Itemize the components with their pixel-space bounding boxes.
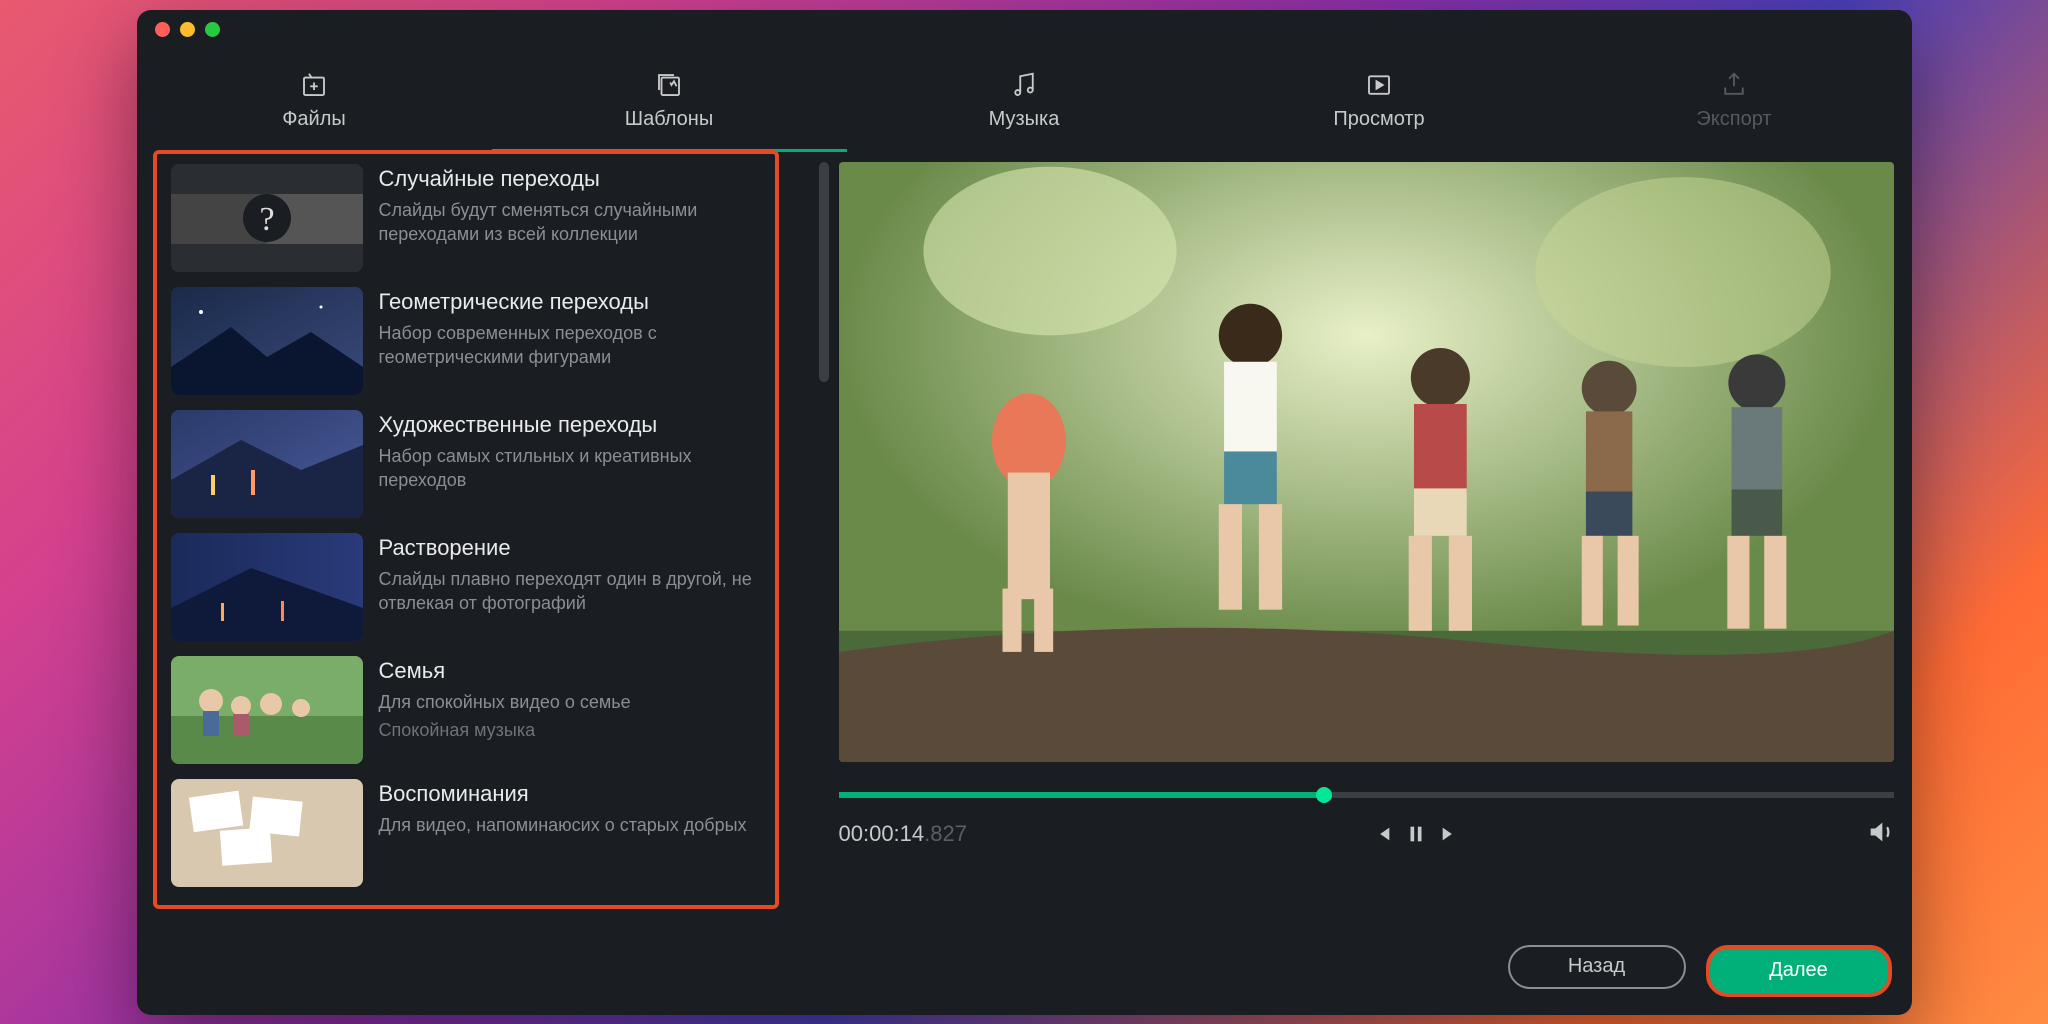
tab-templates-label: Шаблоны (625, 108, 713, 131)
template-item-random[interactable]: ? Случайные переходы Слайды будут сменят… (171, 164, 765, 272)
template-item-geometric[interactable]: Геометрические переходы Набор современны… (171, 287, 765, 395)
tab-files[interactable]: Файлы (137, 50, 492, 152)
tab-music-label: Музыка (989, 108, 1060, 131)
main-content: ? Случайные переходы Слайды будут сменят… (137, 152, 1912, 917)
template-title: Воспоминания (379, 781, 765, 807)
timeline-fill (839, 792, 1324, 798)
timecode: 00:00:14.827 (839, 821, 967, 847)
video-preview[interactable] (839, 162, 1894, 762)
templates-icon (654, 70, 684, 100)
tab-templates[interactable]: Шаблоны (492, 50, 847, 152)
tab-preview[interactable]: Просмотр (1202, 50, 1557, 152)
template-title: Случайные переходы (379, 166, 765, 192)
playback-timeline[interactable] (839, 792, 1894, 798)
template-title: Растворение (379, 535, 765, 561)
template-text: Семья Для спокойных видео о семье Спокой… (379, 656, 765, 764)
scroll-thumb[interactable] (819, 162, 829, 382)
template-title: Геометрические переходы (379, 289, 765, 315)
timecode-main: 00:00:14 (839, 821, 925, 846)
template-desc: Для видео, напоминаюсих о старых добрых (379, 813, 765, 837)
timecode-ms: .827 (924, 821, 967, 846)
template-desc: Слайды будут сменяться случайными перехо… (379, 198, 765, 247)
volume-button[interactable] (1866, 818, 1894, 851)
tab-music[interactable]: Музыка (847, 50, 1202, 152)
back-button[interactable]: Назад (1508, 945, 1686, 989)
tab-preview-label: Просмотр (1333, 108, 1424, 131)
svg-text:?: ? (259, 201, 274, 238)
template-text: Воспоминания Для видео, напоминаюсих о с… (379, 779, 765, 887)
template-desc: Набор современных переходов с геометриче… (379, 321, 765, 370)
template-thumb: ? (171, 164, 363, 272)
template-thumb (171, 410, 363, 518)
titlebar (137, 10, 1912, 50)
template-text: Художественные переходы Набор самых стил… (379, 410, 765, 518)
minimize-window-button[interactable] (180, 22, 195, 37)
template-thumb (171, 779, 363, 887)
template-text: Геометрические переходы Набор современны… (379, 287, 765, 395)
template-thumb (171, 287, 363, 395)
template-desc: Для спокойных видео о семье (379, 690, 765, 714)
timeline-knob[interactable] (1316, 787, 1332, 803)
template-sub: Спокойная музыка (379, 720, 765, 741)
template-desc: Набор самых стильных и креативных перехо… (379, 444, 765, 493)
step-back-icon[interactable] (1371, 823, 1393, 845)
template-desc: Слайды плавно переходят один в другой, н… (379, 567, 765, 616)
preview-area: 00:00:14.827 (839, 152, 1912, 917)
template-text: Растворение Слайды плавно переходят один… (379, 533, 765, 641)
step-forward-icon[interactable] (1439, 823, 1461, 845)
pause-icon[interactable] (1405, 823, 1427, 845)
sidebar-scrollbar[interactable] (819, 162, 829, 917)
footer-buttons: Назад Далее (1508, 945, 1892, 997)
nav-tabs: Файлы Шаблоны Музыка Просмотр Экспорт (137, 50, 1912, 152)
app-window: Файлы Шаблоны Музыка Просмотр Экспорт ? (137, 10, 1912, 1015)
next-button[interactable]: Далее (1706, 945, 1892, 997)
template-thumb (171, 656, 363, 764)
playback-buttons (1371, 823, 1461, 845)
export-icon (1719, 70, 1749, 100)
fullscreen-window-button[interactable] (205, 22, 220, 37)
tab-files-label: Файлы (282, 108, 346, 131)
template-item-memories[interactable]: Воспоминания Для видео, напоминаюсих о с… (171, 779, 765, 887)
tab-export: Экспорт (1557, 50, 1912, 152)
template-text: Случайные переходы Слайды будут сменятьс… (379, 164, 765, 272)
music-icon (1009, 70, 1039, 100)
template-item-family[interactable]: Семья Для спокойных видео о семье Спокой… (171, 656, 765, 764)
folder-add-icon (299, 70, 329, 100)
template-item-artistic[interactable]: Художественные переходы Набор самых стил… (171, 410, 765, 518)
template-thumb (171, 533, 363, 641)
template-title: Художественные переходы (379, 412, 765, 438)
volume-icon (1866, 818, 1894, 846)
templates-sidebar: ? Случайные переходы Слайды будут сменят… (153, 150, 779, 909)
playback-controls: 00:00:14.827 (839, 818, 1894, 851)
tab-export-label: Экспорт (1696, 108, 1771, 131)
close-window-button[interactable] (155, 22, 170, 37)
template-item-dissolve[interactable]: Растворение Слайды плавно переходят один… (171, 533, 765, 641)
template-title: Семья (379, 658, 765, 684)
play-square-icon (1364, 70, 1394, 100)
